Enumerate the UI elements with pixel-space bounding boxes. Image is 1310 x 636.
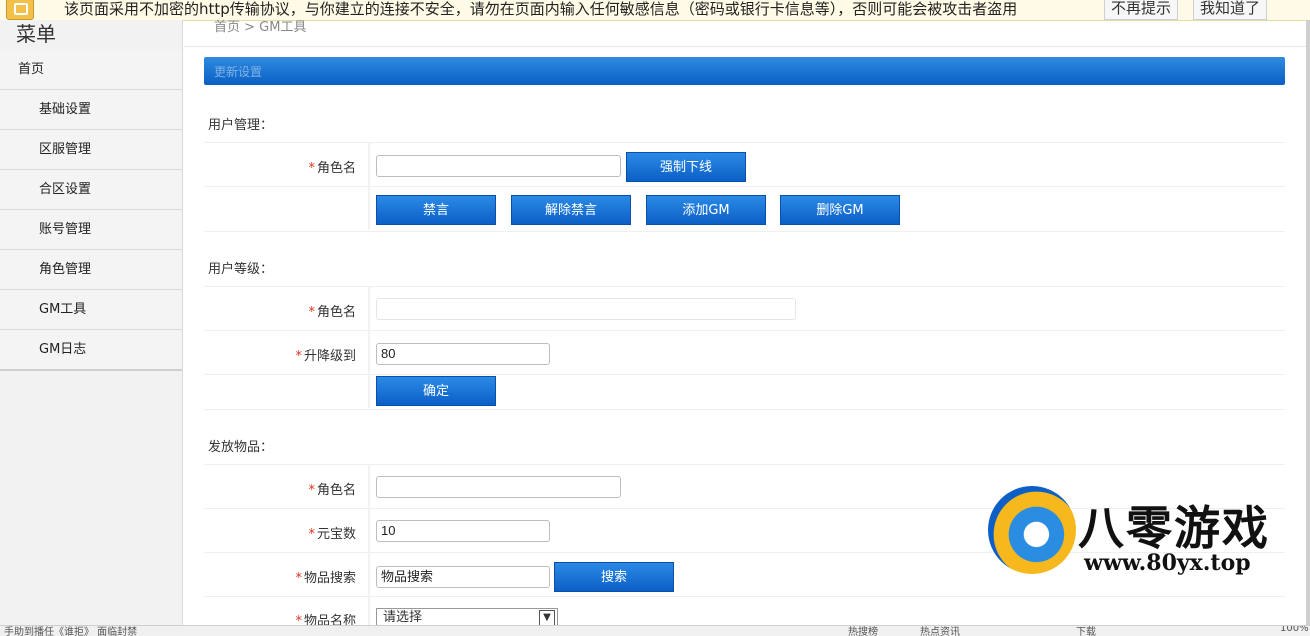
browser-status-bar: 手助到播任《谁拒》 面临封禁 热搜榜 热点资讯 下载 100% <box>0 625 1310 636</box>
row-separator <box>368 142 370 230</box>
section-title-give-items: 发放物品： <box>208 440 274 455</box>
role-name-input[interactable] <box>376 155 621 177</box>
add-gm-button[interactable]: 添加GM <box>646 195 766 225</box>
form-row-item-name <box>204 596 1285 627</box>
confirm-level-button[interactable]: 确定 <box>376 376 496 406</box>
item-role-name-input[interactable] <box>376 476 621 498</box>
watermark-brand: 八零游戏 <box>1078 501 1270 555</box>
row-separator <box>368 286 370 408</box>
required-mark: * <box>308 483 315 498</box>
field-label-text: 元宝数 <box>316 527 356 542</box>
security-warning-bar: 该页面采用不加密的http传输协议，与你建立的连接不安全，请勿在页面内输入任何敏… <box>0 0 1310 21</box>
item-name-select-value: 请选择 <box>383 610 423 625</box>
logo-swirl-icon <box>988 486 1076 574</box>
form-row-level-confirm <box>204 374 1285 410</box>
required-mark: * <box>295 571 302 586</box>
status-zoom[interactable]: 100% <box>1280 626 1309 634</box>
panel-title: 更新设置 <box>214 65 263 79</box>
watermark-logo: 八零游戏 www.80yx.top <box>988 486 1288 581</box>
field-label-text: 升降级到 <box>303 349 356 364</box>
sidebar-item-role-management[interactable]: 角色管理 <box>0 250 182 290</box>
item-search-button[interactable]: 搜索 <box>554 562 674 592</box>
yuanbao-amount-input[interactable] <box>376 520 550 542</box>
sidebar-item-account-management[interactable]: 账号管理 <box>0 210 182 250</box>
field-label-text: 角色名 <box>316 305 356 320</box>
section-title-user-level: 用户等级： <box>208 262 274 277</box>
status-hot-search[interactable]: 热搜榜 <box>848 626 878 636</box>
sidebar-item-merge-settings[interactable]: 合区设置 <box>0 170 182 210</box>
security-warning-message: 该页面采用不加密的http传输协议，与你建立的连接不安全，请勿在页面内输入任何敏… <box>64 0 1018 18</box>
field-label-item-search: * 物品搜索 <box>236 567 356 586</box>
dismiss-warning-button[interactable]: 不再提示 <box>1104 0 1179 20</box>
section-title-user-management: 用户管理： <box>208 118 274 133</box>
shield-warning-icon <box>6 0 34 20</box>
field-label-level-role-name: * 角色名 <box>236 301 356 320</box>
sidebar-title: 菜单 <box>16 22 56 46</box>
row-separator <box>368 464 370 626</box>
sidebar-item-basic-settings[interactable]: 基础设置 <box>0 90 182 130</box>
unmute-button[interactable]: 解除禁言 <box>511 195 631 225</box>
field-label-yuanbao: * 元宝数 <box>236 523 356 542</box>
field-label-role-name: * 角色名 <box>236 157 356 176</box>
chevron-down-icon[interactable]: ▼ <box>539 610 555 626</box>
field-label-item-role-name: * 角色名 <box>236 479 356 498</box>
required-mark: * <box>308 161 315 176</box>
status-download[interactable]: 下载 <box>1076 626 1096 636</box>
panel-header: 更新设置 <box>204 57 1285 85</box>
sidebar-item-server-management[interactable]: 区服管理 <box>0 130 182 170</box>
item-search-input[interactable] <box>376 566 550 588</box>
required-mark: * <box>308 305 315 320</box>
form-row-level-target <box>204 330 1285 375</box>
acknowledge-warning-button[interactable]: 我知道了 <box>1193 0 1268 20</box>
field-label-level-to: * 升降级到 <box>236 345 356 364</box>
sidebar-item-home[interactable]: 首页 <box>0 50 182 90</box>
field-label-text: 角色名 <box>316 483 356 498</box>
remove-gm-button[interactable]: 删除GM <box>780 195 900 225</box>
required-mark: * <box>295 349 302 364</box>
vertical-scrollbar[interactable] <box>1306 20 1310 625</box>
mute-button[interactable]: 禁言 <box>376 195 496 225</box>
field-label-text: 物品搜索 <box>303 571 356 586</box>
sidebar-item-gm-tools[interactable]: GM工具 <box>0 290 182 330</box>
sidebar: 菜单 首页 基础设置 区服管理 合区设置 账号管理 角色管理 GM工具 GM日志 <box>0 20 183 625</box>
field-label-text: 角色名 <box>316 161 356 176</box>
required-mark: * <box>308 527 315 542</box>
status-hot-news[interactable]: 热点资讯 <box>920 626 960 636</box>
level-role-name-input[interactable] <box>376 298 796 320</box>
sidebar-item-gm-log[interactable]: GM日志 <box>0 330 182 371</box>
target-level-input[interactable] <box>376 343 550 365</box>
breadcrumb: 首页 > GM工具 <box>214 20 307 35</box>
breadcrumb-divider <box>184 46 1310 47</box>
status-text: 手助到播任《谁拒》 面临封禁 <box>4 627 138 636</box>
force-offline-button[interactable]: 强制下线 <box>626 152 746 182</box>
watermark-url: www.80yx.top <box>1084 550 1251 576</box>
